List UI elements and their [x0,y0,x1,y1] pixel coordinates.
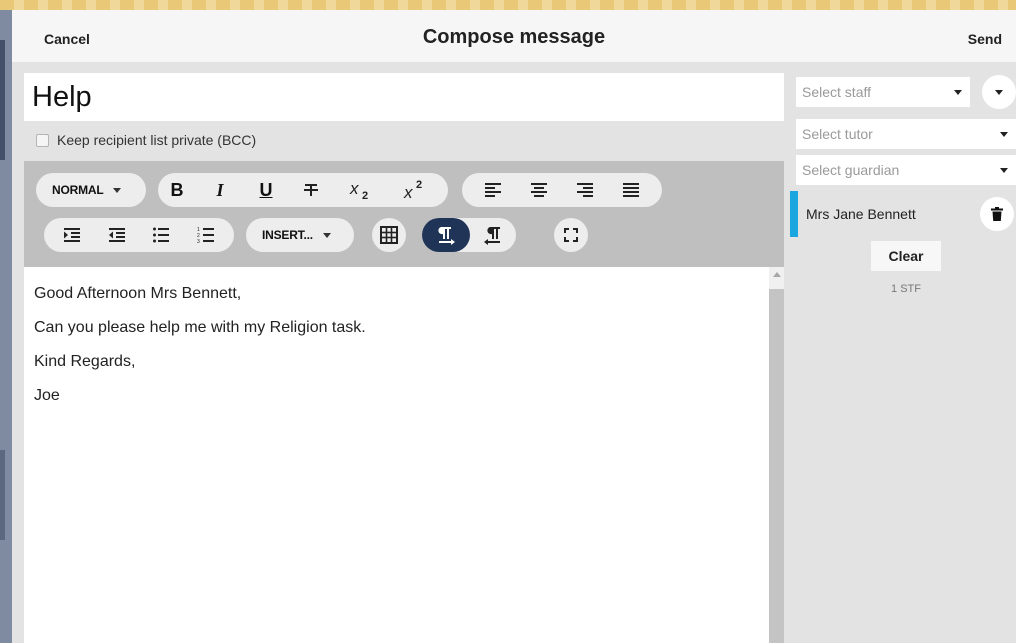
body-paragraph: Kind Regards, [34,353,136,370]
body-paragraph: Joe [34,387,60,404]
bullet-list-button[interactable] [144,218,178,252]
indent-button[interactable] [55,218,89,252]
bcc-checkbox[interactable] [36,133,49,147]
modal-header: Cancel Compose message Send [12,10,1016,62]
compose-modal: Cancel Compose message Send Keep recipie… [12,10,1016,643]
svg-text:3: 3 [197,239,200,243]
subscript-button[interactable]: x 2 [334,173,388,207]
svg-text:x: x [403,183,413,201]
direction-group [422,218,516,252]
background-strip-left [0,10,12,643]
remove-recipient-button[interactable] [980,197,1014,231]
send-button[interactable]: Send [968,31,1002,47]
scroll-up-arrow-icon[interactable] [773,272,781,277]
superscript-icon: x 2 [403,179,422,201]
background-strip-top [0,0,1016,10]
clear-recipients-button[interactable]: Clear [871,241,941,271]
chevron-down-icon [954,89,962,95]
italic-button[interactable]: I [196,173,244,207]
list-group: 1 2 3 [44,218,234,252]
editor-toolbar: NORMAL B I U x 2 x 2 1 2 3 INSERT... [24,161,784,267]
superscript-button[interactable]: x 2 [388,173,442,207]
bold-button[interactable]: B [158,173,196,207]
select-guardian-placeholder: Select guardian [802,162,900,178]
insert-dropdown[interactable]: INSERT... [246,218,354,252]
table-button[interactable] [372,218,406,252]
svg-text:2: 2 [416,179,422,191]
indent-icon [64,228,81,242]
align-right-button[interactable] [568,173,602,207]
align-center-button[interactable] [522,173,556,207]
numbered-list-button[interactable]: 1 2 3 [189,218,223,252]
select-staff-placeholder: Select staff [802,84,872,100]
modal-title: Compose message [422,26,606,48]
message-editor: NORMAL B I U x 2 x 2 1 2 3 INSERT... Goo… [24,161,784,643]
select-staff-dropdown[interactable]: Select staff [796,77,970,107]
trash-icon [991,207,1003,221]
select-tutor-placeholder: Select tutor [802,126,873,142]
align-center-icon [531,183,547,197]
select-tutor-dropdown[interactable]: Select tutor [796,119,1016,149]
recipient-accent-bar [790,191,798,237]
ltr-paragraph-icon [438,227,455,245]
rtl-paragraph-button[interactable] [470,218,516,252]
underline-button[interactable]: U [244,173,288,207]
strikethrough-button[interactable] [288,173,334,207]
format-dropdown[interactable]: NORMAL [36,173,146,207]
subject-input[interactable] [24,73,784,121]
rtl-paragraph-icon [484,227,500,245]
recipient-name: Mrs Jane Bennett [806,206,916,222]
table-icon [380,226,398,244]
format-dropdown-label: NORMAL [52,183,104,197]
text-style-group: B I U x 2 x 2 [158,173,448,207]
chevron-down-icon [1000,131,1008,137]
alignment-group [462,173,662,207]
numbered-list-icon: 1 2 3 [197,227,214,243]
outdent-button[interactable] [100,218,134,252]
align-left-icon [485,183,501,197]
bullet-list-icon [153,227,170,243]
align-justify-icon [623,183,639,197]
message-body[interactable]: Good Afternoon Mrs Bennett, Can you plea… [24,267,769,643]
align-right-icon [577,183,593,197]
align-left-button[interactable] [476,173,510,207]
outdent-icon [108,228,125,242]
editor-scrollbar[interactable] [769,267,784,643]
chevron-down-icon [113,187,122,193]
ltr-paragraph-button[interactable] [422,218,470,252]
subscript-icon: x 2 [349,179,368,201]
svg-text:x: x [349,179,359,198]
fullscreen-icon [564,228,578,242]
select-guardian-dropdown[interactable]: Select guardian [796,155,1016,185]
chevron-down-icon [995,89,1003,95]
bcc-label: Keep recipient list private (BCC) [57,132,257,148]
recipients-panel: Select staff Select tutor Select guardia… [790,73,1016,643]
body-paragraph: Good Afternoon Mrs Bennett, [34,285,242,302]
recipient-item: Mrs Jane Bennett [790,191,1016,237]
chevron-down-icon [1000,167,1008,173]
svg-text:2: 2 [362,190,368,201]
scroll-thumb[interactable] [769,289,784,643]
staff-options-button[interactable] [982,75,1016,109]
insert-dropdown-label: INSERT... [262,228,313,242]
bcc-option[interactable]: Keep recipient list private (BCC) [36,132,256,148]
strikethrough-icon [304,184,318,196]
align-justify-button[interactable] [614,173,648,207]
chevron-down-icon [322,232,331,238]
recipient-count: 1 STF [891,283,921,295]
body-paragraph: Can you please help me with my Religion … [34,319,366,336]
fullscreen-button[interactable] [554,218,588,252]
